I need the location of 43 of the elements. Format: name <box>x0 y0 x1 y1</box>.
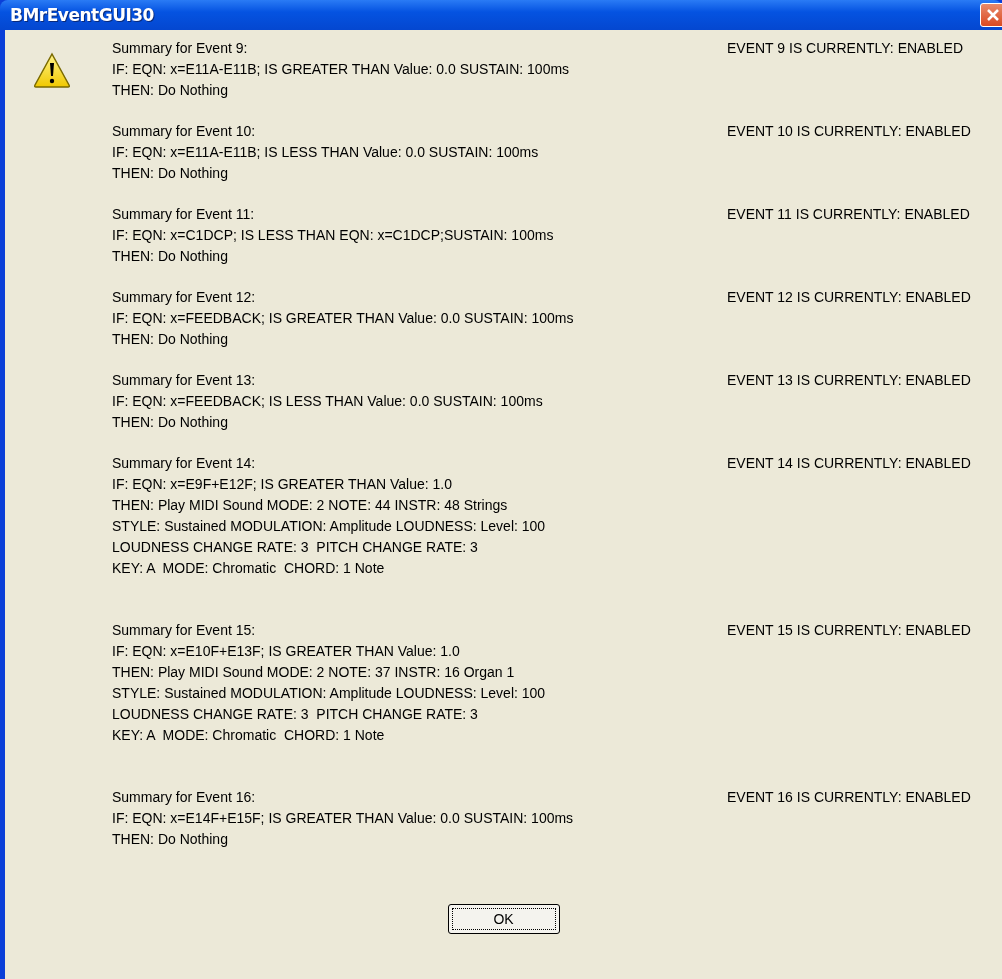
close-button[interactable] <box>980 3 1002 27</box>
summary-line: IF: EQN: x=FEEDBACK; IS GREATER THAN Value: 0.0 SUSTAIN: 100ms <box>112 309 575 328</box>
summary-line: IF: EQN: x=E10F+E13F; IS GREATER THAN Value: 1.0 <box>112 642 461 661</box>
summary-line: THEN: Do Nothing <box>112 330 229 349</box>
summary-line: IF: EQN: x=E11A-E11B; IS GREATER THAN Value: 0.0 SUSTAIN: 100ms <box>112 60 571 79</box>
event-status: EVENT 12 IS CURRENTLY: ENABLED <box>727 288 972 307</box>
summary-line: Summary for Event 11: <box>112 205 256 224</box>
event-status: EVENT 9 IS CURRENTLY: ENABLED <box>727 39 964 58</box>
summary-line: STYLE: Sustained MODULATION: Amplitude LOUDNESS: Level: 100 <box>112 684 547 703</box>
summary-line: Summary for Event 9: <box>112 39 249 58</box>
summary-line: THEN: Do Nothing <box>112 247 229 266</box>
summary-line: THEN: Do Nothing <box>112 164 229 183</box>
event-status: EVENT 11 IS CURRENTLY: ENABLED <box>727 205 971 224</box>
summary-line: THEN: Do Nothing <box>112 81 229 100</box>
summary-line: IF: EQN: x=E11A-E11B; IS LESS THAN Value: 0.0 SUSTAIN: 100ms <box>112 143 540 162</box>
summary-line: IF: EQN: x=E14F+E15F; IS GREATER THAN Value: 0.0 SUSTAIN: 100ms <box>112 809 575 828</box>
summary-line: Summary for Event 15: <box>112 621 257 640</box>
summary-line: Summary for Event 14: <box>112 454 257 473</box>
summary-line: Summary for Event 13: <box>112 371 257 390</box>
summary-line: IF: EQN: x=E9F+E12F; IS GREATER THAN Value: 1.0 <box>112 475 453 494</box>
summary-line: THEN: Do Nothing <box>112 413 229 432</box>
event-status: EVENT 10 IS CURRENTLY: ENABLED <box>727 122 972 141</box>
summary-line: STYLE: Sustained MODULATION: Amplitude LOUDNESS: Level: 100 <box>112 517 547 536</box>
warning-icon <box>33 52 71 88</box>
summary-line: Summary for Event 16: <box>112 788 257 807</box>
summary-line: IF: EQN: x=C1DCP; IS LESS THAN EQN: x=C1DCP;SUSTAIN: 100ms <box>112 226 555 245</box>
summary-line: KEY: A MODE: Chromatic CHORD: 1 Note <box>112 726 386 745</box>
summary-line: LOUDNESS CHANGE RATE: 3 PITCH CHANGE RATE: 3 <box>112 538 479 557</box>
summary-line: THEN: Play MIDI Sound MODE: 2 NOTE: 44 INSTR: 48 Strings <box>112 496 509 515</box>
summary-line: IF: EQN: x=FEEDBACK; IS LESS THAN Value: 0.0 SUSTAIN: 100ms <box>112 392 544 411</box>
close-icon <box>986 8 1000 22</box>
ok-button[interactable]: OK <box>447 904 560 934</box>
window-title: BMrEventGUI30 <box>10 5 154 25</box>
summary-line: THEN: Play MIDI Sound MODE: 2 NOTE: 37 INSTR: 16 Organ 1 <box>112 663 516 682</box>
event-status: EVENT 16 IS CURRENTLY: ENABLED <box>727 788 972 807</box>
summary-line: Summary for Event 12: <box>112 288 257 307</box>
summary-line: KEY: A MODE: Chromatic CHORD: 1 Note <box>112 559 386 578</box>
event-status: EVENT 13 IS CURRENTLY: ENABLED <box>727 371 972 390</box>
summary-line: Summary for Event 10: <box>112 122 257 141</box>
event-status: EVENT 15 IS CURRENTLY: ENABLED <box>727 621 972 640</box>
summary-line: THEN: Do Nothing <box>112 830 229 849</box>
event-status: EVENT 14 IS CURRENTLY: ENABLED <box>727 454 972 473</box>
summary-line: LOUDNESS CHANGE RATE: 3 PITCH CHANGE RATE: 3 <box>112 705 479 724</box>
